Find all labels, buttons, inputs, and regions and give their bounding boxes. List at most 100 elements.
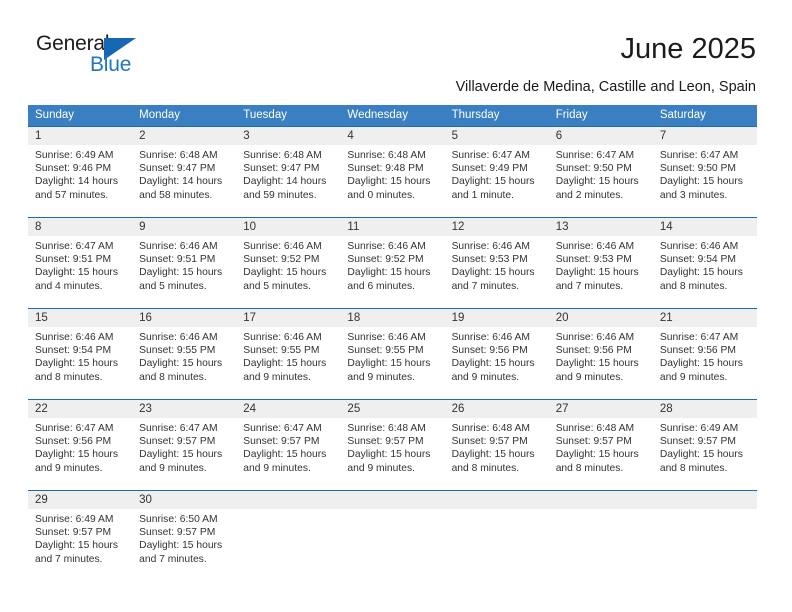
sunrise-time: Sunrise: 6:48 AM (347, 423, 426, 434)
day-details: Sunrise: 6:47 AM Sunset: 9:56 PM Daylight:… (653, 327, 757, 384)
day-number: 5 (444, 127, 549, 145)
sunset-time: Sunset: 9:49 PM (451, 163, 528, 175)
day-details: Sunrise: 6:47 AM Sunset: 9:51 PM Daylight:… (28, 236, 132, 293)
calendar-day-cell[interactable]: 9 Sunrise: 6:46 AM Sunset: 9:51 PM Daylight… (132, 217, 237, 309)
daylight-duration-line2: and 2 minutes. (555, 189, 624, 201)
calendar-day-cell[interactable]: 19 Sunrise: 6:46 AM Sunset: 9:56 PM Dayligh… (444, 308, 549, 400)
sunset-time: Sunset: 9:53 PM (451, 254, 528, 266)
calendar-day-cell[interactable]: 14 Sunrise: 6:46 AM Sunset: 9:54 PM Dayligh… (652, 217, 757, 309)
calendar-day-cell[interactable]: 27 Sunrise: 6:48 AM Sunset: 9:57 PM Dayligh… (548, 399, 653, 491)
calendar-day-cell[interactable]: 25 Sunrise: 6:48 AM Sunset: 9:57 PM Dayligh… (340, 399, 445, 491)
calendar-day-cell[interactable]: 23 Sunrise: 6:47 AM Sunset: 9:57 PM Dayligh… (132, 399, 237, 491)
calendar-week-row: 29 Sunrise: 6:49 AM Sunset: 9:57 PM Dayligh… (28, 490, 757, 581)
sunrise-time: Sunrise: 6:47 AM (139, 423, 218, 434)
day-number: 9 (132, 218, 237, 236)
day-details: Sunrise: 6:48 AM Sunset: 9:47 PM Daylight:… (132, 145, 236, 202)
daylight-duration-line2: and 9 minutes. (35, 462, 103, 474)
logo-text-blue: Blue (90, 53, 132, 76)
general-blue-logo[interactable]: General Blue (36, 33, 156, 85)
day-number: 2 (132, 127, 237, 145)
calendar-day-cell[interactable]: 3 Sunrise: 6:48 AM Sunset: 9:47 PM Daylight… (236, 126, 341, 218)
daylight-duration-line1: Daylight: 15 hours (451, 176, 535, 188)
day-number (652, 491, 757, 509)
day-details: Sunrise: 6:47 AM Sunset: 9:56 PM Daylight:… (28, 418, 132, 475)
day-details: Sunrise: 6:49 AM Sunset: 9:57 PM Daylight:… (28, 509, 132, 566)
calendar-day-cell[interactable]: 7 Sunrise: 6:47 AM Sunset: 9:50 PM Daylight… (652, 126, 757, 218)
weekday-header-saturday: Saturday (652, 105, 757, 127)
day-cell-inner: 1 Sunrise: 6:49 AM Sunset: 9:46 PM Daylight… (28, 127, 133, 217)
sunrise-time: Sunrise: 6:47 AM (555, 150, 635, 161)
calendar-empty-cell (236, 490, 341, 581)
day-cell-inner: 27 Sunrise: 6:48 AM Sunset: 9:57 PM Dayligh… (548, 400, 653, 490)
calendar-day-cell[interactable]: 4 Sunrise: 6:48 AM Sunset: 9:48 PM Daylight… (340, 126, 445, 218)
day-cell-inner: 14 Sunrise: 6:46 AM Sunset: 9:54 PM Dayligh… (652, 218, 757, 308)
day-number: 29 (28, 491, 133, 509)
calendar-day-cell[interactable]: 21 Sunrise: 6:47 AM Sunset: 9:56 PM Dayligh… (652, 308, 757, 400)
calendar-day-cell[interactable]: 29 Sunrise: 6:49 AM Sunset: 9:57 PM Dayligh… (28, 490, 133, 581)
calendar-day-cell[interactable]: 20 Sunrise: 6:46 AM Sunset: 9:56 PM Dayligh… (548, 308, 653, 400)
sunset-time: Sunset: 9:57 PM (35, 527, 112, 539)
calendar-day-cell[interactable]: 24 Sunrise: 6:47 AM Sunset: 9:57 PM Dayligh… (236, 399, 341, 491)
calendar-day-cell[interactable]: 10 Sunrise: 6:46 AM Sunset: 9:52 PM Dayligh… (236, 217, 341, 309)
day-number (444, 491, 549, 509)
day-number: 3 (236, 127, 341, 145)
day-number: 30 (132, 491, 237, 509)
day-cell-inner: 4 Sunrise: 6:48 AM Sunset: 9:48 PM Daylight… (340, 127, 445, 217)
calendar-day-cell[interactable]: 30 Sunrise: 6:50 AM Sunset: 9:57 PM Dayligh… (132, 490, 237, 581)
sunset-time: Sunset: 9:52 PM (347, 254, 424, 266)
calendar-day-cell[interactable]: 22 Sunrise: 6:47 AM Sunset: 9:56 PM Dayligh… (28, 399, 133, 491)
sunrise-time: Sunrise: 6:47 AM (451, 150, 530, 161)
day-number: 22 (28, 400, 133, 418)
sunrise-time: Sunrise: 6:49 AM (35, 514, 114, 525)
calendar-day-cell[interactable]: 5 Sunrise: 6:47 AM Sunset: 9:49 PM Daylight… (444, 126, 549, 218)
calendar-day-cell[interactable]: 6 Sunrise: 6:47 AM Sunset: 9:50 PM Daylight… (548, 126, 653, 218)
sunset-time: Sunset: 9:57 PM (139, 436, 216, 448)
day-cell-inner: 6 Sunrise: 6:47 AM Sunset: 9:50 PM Daylight… (548, 127, 653, 217)
sunrise-time: Sunrise: 6:47 AM (35, 241, 114, 252)
day-cell-inner: 29 Sunrise: 6:49 AM Sunset: 9:57 PM Dayligh… (28, 491, 133, 581)
day-number (340, 491, 445, 509)
calendar-day-cell[interactable]: 13 Sunrise: 6:46 AM Sunset: 9:53 PM Dayligh… (548, 217, 653, 309)
calendar-day-cell[interactable]: 16 Sunrise: 6:46 AM Sunset: 9:55 PM Dayligh… (132, 308, 237, 400)
day-cell-inner: 7 Sunrise: 6:47 AM Sunset: 9:50 PM Daylight… (652, 127, 757, 217)
sunrise-time: Sunrise: 6:46 AM (139, 241, 218, 252)
daylight-duration-line1: Daylight: 15 hours (139, 358, 223, 370)
day-details: Sunrise: 6:46 AM Sunset: 9:56 PM Daylight:… (445, 327, 549, 384)
calendar-day-cell[interactable]: 18 Sunrise: 6:46 AM Sunset: 9:55 PM Dayligh… (340, 308, 445, 400)
calendar-day-cell[interactable]: 11 Sunrise: 6:46 AM Sunset: 9:52 PM Dayligh… (340, 217, 445, 309)
calendar-day-cell[interactable]: 28 Sunrise: 6:49 AM Sunset: 9:57 PM Dayligh… (652, 399, 757, 491)
day-number: 25 (340, 400, 445, 418)
calendar-week-row: 1 Sunrise: 6:49 AM Sunset: 9:46 PM Daylight… (28, 126, 757, 218)
daylight-duration-line2: and 7 minutes. (555, 280, 624, 292)
daylight-duration-line1: Daylight: 15 hours (347, 176, 431, 188)
calendar-day-cell[interactable]: 15 Sunrise: 6:46 AM Sunset: 9:54 PM Dayligh… (28, 308, 133, 400)
calendar-day-cell[interactable]: 2 Sunrise: 6:48 AM Sunset: 9:47 PM Daylight… (132, 126, 237, 218)
calendar-day-cell[interactable]: 12 Sunrise: 6:46 AM Sunset: 9:53 PM Dayligh… (444, 217, 549, 309)
daylight-duration-line1: Daylight: 15 hours (451, 449, 535, 461)
page-title: June 2025 (620, 33, 756, 65)
daylight-duration-line2: and 7 minutes. (451, 280, 520, 292)
day-details: Sunrise: 6:48 AM Sunset: 9:57 PM Daylight:… (340, 418, 444, 475)
daylight-duration-line1: Daylight: 15 hours (451, 358, 535, 370)
day-cell-inner (444, 491, 549, 581)
calendar-empty-cell (652, 490, 757, 581)
calendar-day-cell[interactable]: 1 Sunrise: 6:49 AM Sunset: 9:46 PM Daylight… (28, 126, 133, 218)
calendar-day-cell[interactable]: 26 Sunrise: 6:48 AM Sunset: 9:57 PM Dayligh… (444, 399, 549, 491)
daylight-duration-line2: and 0 minutes. (347, 189, 415, 201)
sunset-time: Sunset: 9:53 PM (555, 254, 632, 266)
day-details: Sunrise: 6:50 AM Sunset: 9:57 PM Daylight:… (132, 509, 236, 566)
calendar-day-cell[interactable]: 8 Sunrise: 6:47 AM Sunset: 9:51 PM Daylight… (28, 217, 133, 309)
sunrise-time: Sunrise: 6:46 AM (139, 332, 218, 343)
day-cell-inner: 24 Sunrise: 6:47 AM Sunset: 9:57 PM Dayligh… (236, 400, 341, 490)
day-cell-inner (548, 491, 653, 581)
sunrise-time: Sunrise: 6:46 AM (347, 332, 426, 343)
day-number: 1 (28, 127, 133, 145)
day-number: 18 (340, 309, 445, 327)
sunset-time: Sunset: 9:46 PM (35, 163, 112, 175)
day-details: Sunrise: 6:48 AM Sunset: 9:47 PM Daylight:… (236, 145, 340, 202)
sunset-time: Sunset: 9:57 PM (139, 527, 216, 539)
day-cell-inner: 18 Sunrise: 6:46 AM Sunset: 9:55 PM Dayligh… (340, 309, 445, 399)
sunset-time: Sunset: 9:52 PM (243, 254, 320, 266)
calendar-day-cell[interactable]: 17 Sunrise: 6:46 AM Sunset: 9:55 PM Dayligh… (236, 308, 341, 400)
day-details: Sunrise: 6:46 AM Sunset: 9:53 PM Daylight:… (549, 236, 653, 293)
